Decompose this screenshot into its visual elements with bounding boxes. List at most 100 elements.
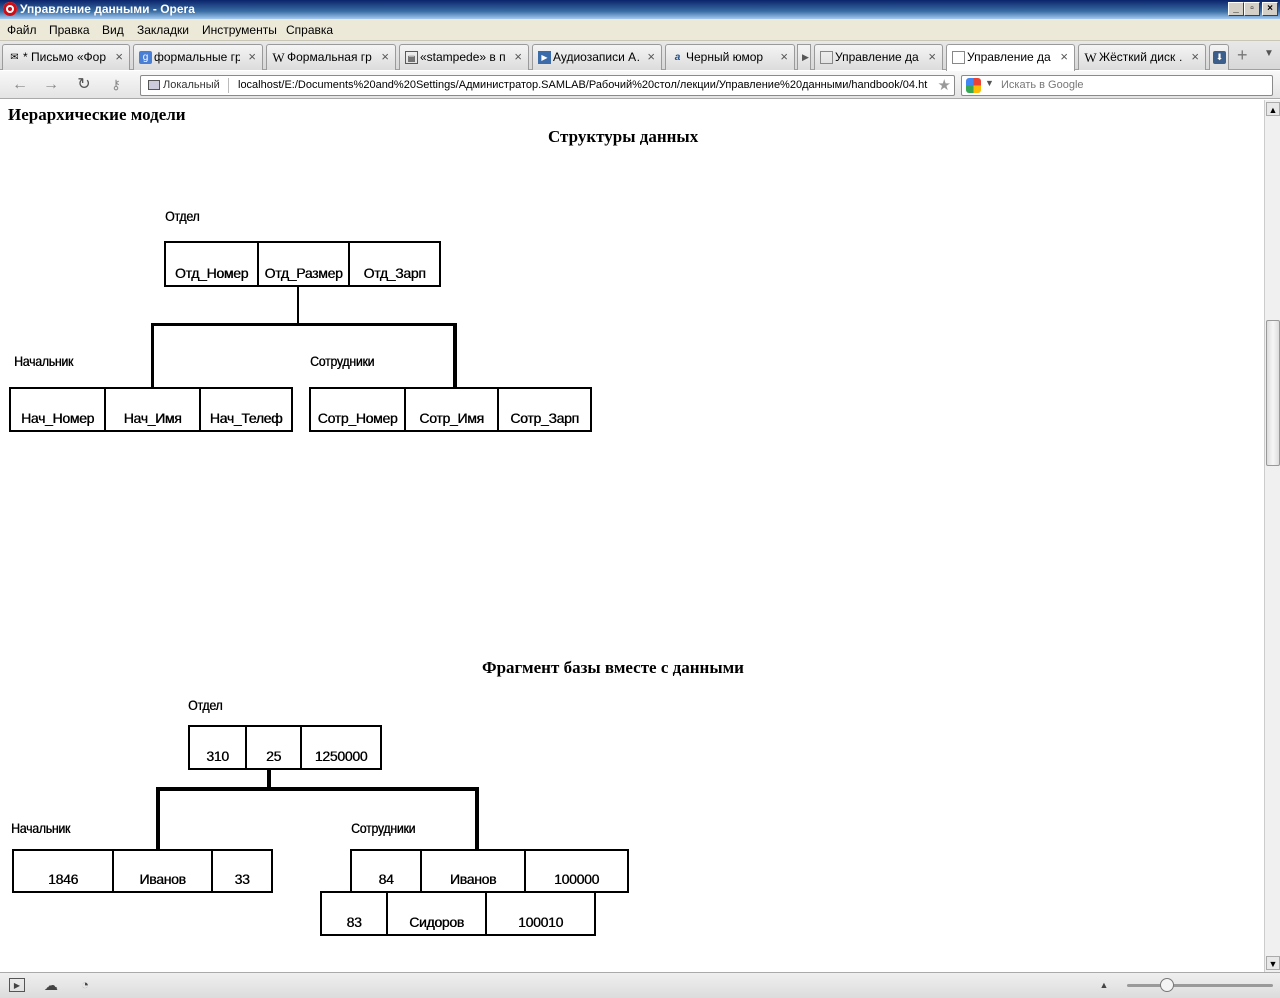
view-options-icon[interactable]: ▲: [1096, 978, 1112, 992]
section1-title: Структуры данных: [548, 127, 699, 146]
page-content: Иерархические модели Структуры данных От…: [0, 100, 1263, 972]
opera-logo-icon: [3, 2, 17, 16]
scroll-thumb[interactable]: [1266, 320, 1280, 466]
close-tab-icon[interactable]: ×: [381, 49, 389, 64]
tab-humor[interactable]: a Черный юмор ×: [665, 44, 795, 70]
menu-help[interactable]: Справка: [286, 23, 333, 37]
scroll-up-icon[interactable]: ▲: [1266, 102, 1280, 116]
speed-dial-icon[interactable]: ◔: [77, 978, 93, 992]
record-field: Отд_Номер: [166, 243, 259, 285]
tab-label: Аудиозаписи А…: [553, 50, 639, 64]
trash-tab-button[interactable]: ⬇: [1209, 44, 1229, 70]
close-tab-icon[interactable]: ×: [514, 49, 522, 64]
zoom-slider[interactable]: [1127, 984, 1273, 987]
root-label: Отдел: [188, 697, 223, 713]
close-tab-icon[interactable]: ×: [780, 49, 788, 64]
url-text[interactable]: localhost/E:/Documents%20and%20Settings/…: [238, 78, 928, 93]
tab-bar: ✉ * Письмо «Фор… × g формальные гр… × W …: [0, 41, 1280, 71]
record-value: Сидоров: [388, 893, 487, 934]
tab-hard-disk[interactable]: W Жёсткий диск … ×: [1078, 44, 1206, 70]
maximize-button[interactable]: ▫: [1244, 2, 1260, 16]
tab-label: «stampede» в п…: [420, 50, 506, 64]
close-tab-icon[interactable]: ×: [647, 49, 655, 64]
close-window-button[interactable]: ×: [1262, 2, 1278, 16]
menu-tools[interactable]: Инструменты: [202, 23, 277, 37]
tab-data-management-1[interactable]: Управление да… ×: [814, 44, 943, 70]
tab-audio[interactable]: ▶ Аудиозаписи А… ×: [532, 44, 662, 70]
close-tab-icon[interactable]: ×: [1060, 49, 1068, 64]
search-placeholder: Искать в Google: [1001, 79, 1084, 91]
tab-data-management-active[interactable]: Управление да… ×: [946, 44, 1075, 71]
record-field: Отд_Зарп: [363, 265, 426, 281]
record-value: 25: [247, 727, 302, 768]
connector-line: [156, 787, 479, 791]
record-value: 84: [352, 851, 422, 891]
monitor-icon: [148, 80, 160, 90]
minimize-button[interactable]: _: [1228, 2, 1244, 16]
left-child-record: 1846 Иванов 33: [12, 849, 273, 893]
play-icon: ▶: [538, 51, 551, 64]
record-field: Сотр_Зарп: [510, 410, 579, 426]
page-icon: ▤: [405, 51, 418, 64]
zoom-slider-handle[interactable]: [1160, 978, 1174, 992]
tab-label: Управление да…: [835, 50, 920, 64]
google-icon: g: [139, 51, 152, 64]
window-title: Управление данными - Opera: [20, 2, 195, 16]
right-child-label: Сотрудники: [310, 353, 375, 369]
record-field: Нач_Номер: [11, 389, 106, 430]
search-field[interactable]: ▼ Искать в Google: [961, 75, 1273, 96]
record-value: Иванов: [422, 851, 526, 891]
new-tab-icon[interactable]: +: [1237, 45, 1248, 66]
menu-edit[interactable]: Правка: [49, 23, 90, 37]
back-icon[interactable]: ←: [10, 76, 30, 94]
record-field: Отд_Размер: [259, 243, 350, 285]
forward-icon[interactable]: →: [41, 76, 61, 94]
connector-line: [475, 787, 479, 850]
reload-icon[interactable]: ↻: [74, 76, 94, 94]
window-title-bar: Управление данными - Opera _ ▫ ×: [0, 0, 1280, 19]
close-tab-icon[interactable]: ×: [1191, 49, 1199, 64]
bookmark-star-icon[interactable]: ★: [938, 76, 951, 94]
tab-list-icon[interactable]: ▼: [1264, 48, 1274, 59]
root-record: 310 25 1250000: [188, 725, 382, 770]
local-badge-label: Локальный: [163, 79, 220, 91]
menu-file[interactable]: Файл: [7, 23, 37, 37]
page-heading: Иерархические модели: [8, 105, 186, 124]
close-tab-icon[interactable]: ×: [928, 49, 936, 64]
chevron-right-icon: ▶: [802, 52, 809, 62]
right-child-record-2: 83 Сидоров 100010: [320, 891, 596, 936]
close-tab-icon[interactable]: ×: [115, 49, 123, 64]
tab-mail[interactable]: ✉ * Письмо «Фор… ×: [2, 44, 130, 70]
panel-toggle-icon[interactable]: ▶: [9, 978, 25, 992]
tab-stampede[interactable]: ▤ «stampede» в п… ×: [399, 44, 529, 70]
left-child-label: Начальник: [14, 353, 74, 369]
address-field[interactable]: Локальный localhost/E:/Documents%20and%2…: [140, 75, 955, 96]
left-child-label: Начальник: [11, 820, 71, 836]
connector-line: [297, 287, 299, 324]
section2-title: Фрагмент базы вместе с данными: [482, 658, 744, 677]
menu-view[interactable]: Вид: [102, 23, 124, 37]
record-value: 1846: [14, 851, 114, 891]
menu-bookmarks[interactable]: Закладки: [137, 23, 189, 37]
tab-google-search[interactable]: g формальные гр… ×: [133, 44, 263, 70]
tab-wikipedia-formal[interactable]: W Формальная гр… ×: [266, 44, 396, 70]
connector-line: [453, 323, 457, 388]
cloud-icon[interactable]: ☁: [43, 978, 59, 992]
page-icon: [820, 51, 833, 64]
record-value: 83: [322, 893, 388, 934]
right-child-record: Сотр_Номер Сотр_Имя Сотр_Зарп: [309, 387, 592, 432]
record-field: Сотр_Номер: [311, 389, 406, 430]
close-tab-icon[interactable]: ×: [248, 49, 256, 64]
trash-icon: ⬇: [1213, 51, 1226, 64]
tab-label: формальные гр…: [154, 50, 240, 64]
wikipedia-icon: W: [272, 50, 285, 65]
status-bar: ▶ ☁ ◔ ▲: [0, 972, 1280, 998]
tab-label: Формальная гр…: [287, 50, 373, 64]
scroll-down-icon[interactable]: ▼: [1266, 956, 1280, 970]
local-badge[interactable]: Локальный: [143, 78, 229, 93]
address-toolbar: ← → ↻ ⚷ Локальный localhost/E:/Documents…: [0, 71, 1280, 99]
tab-scroll-button[interactable]: ▶: [797, 44, 811, 70]
wand-key-icon[interactable]: ⚷: [106, 76, 126, 94]
search-engine-dropdown-icon[interactable]: ▼: [985, 78, 994, 88]
vertical-scrollbar[interactable]: ▲ ▼: [1264, 100, 1280, 972]
